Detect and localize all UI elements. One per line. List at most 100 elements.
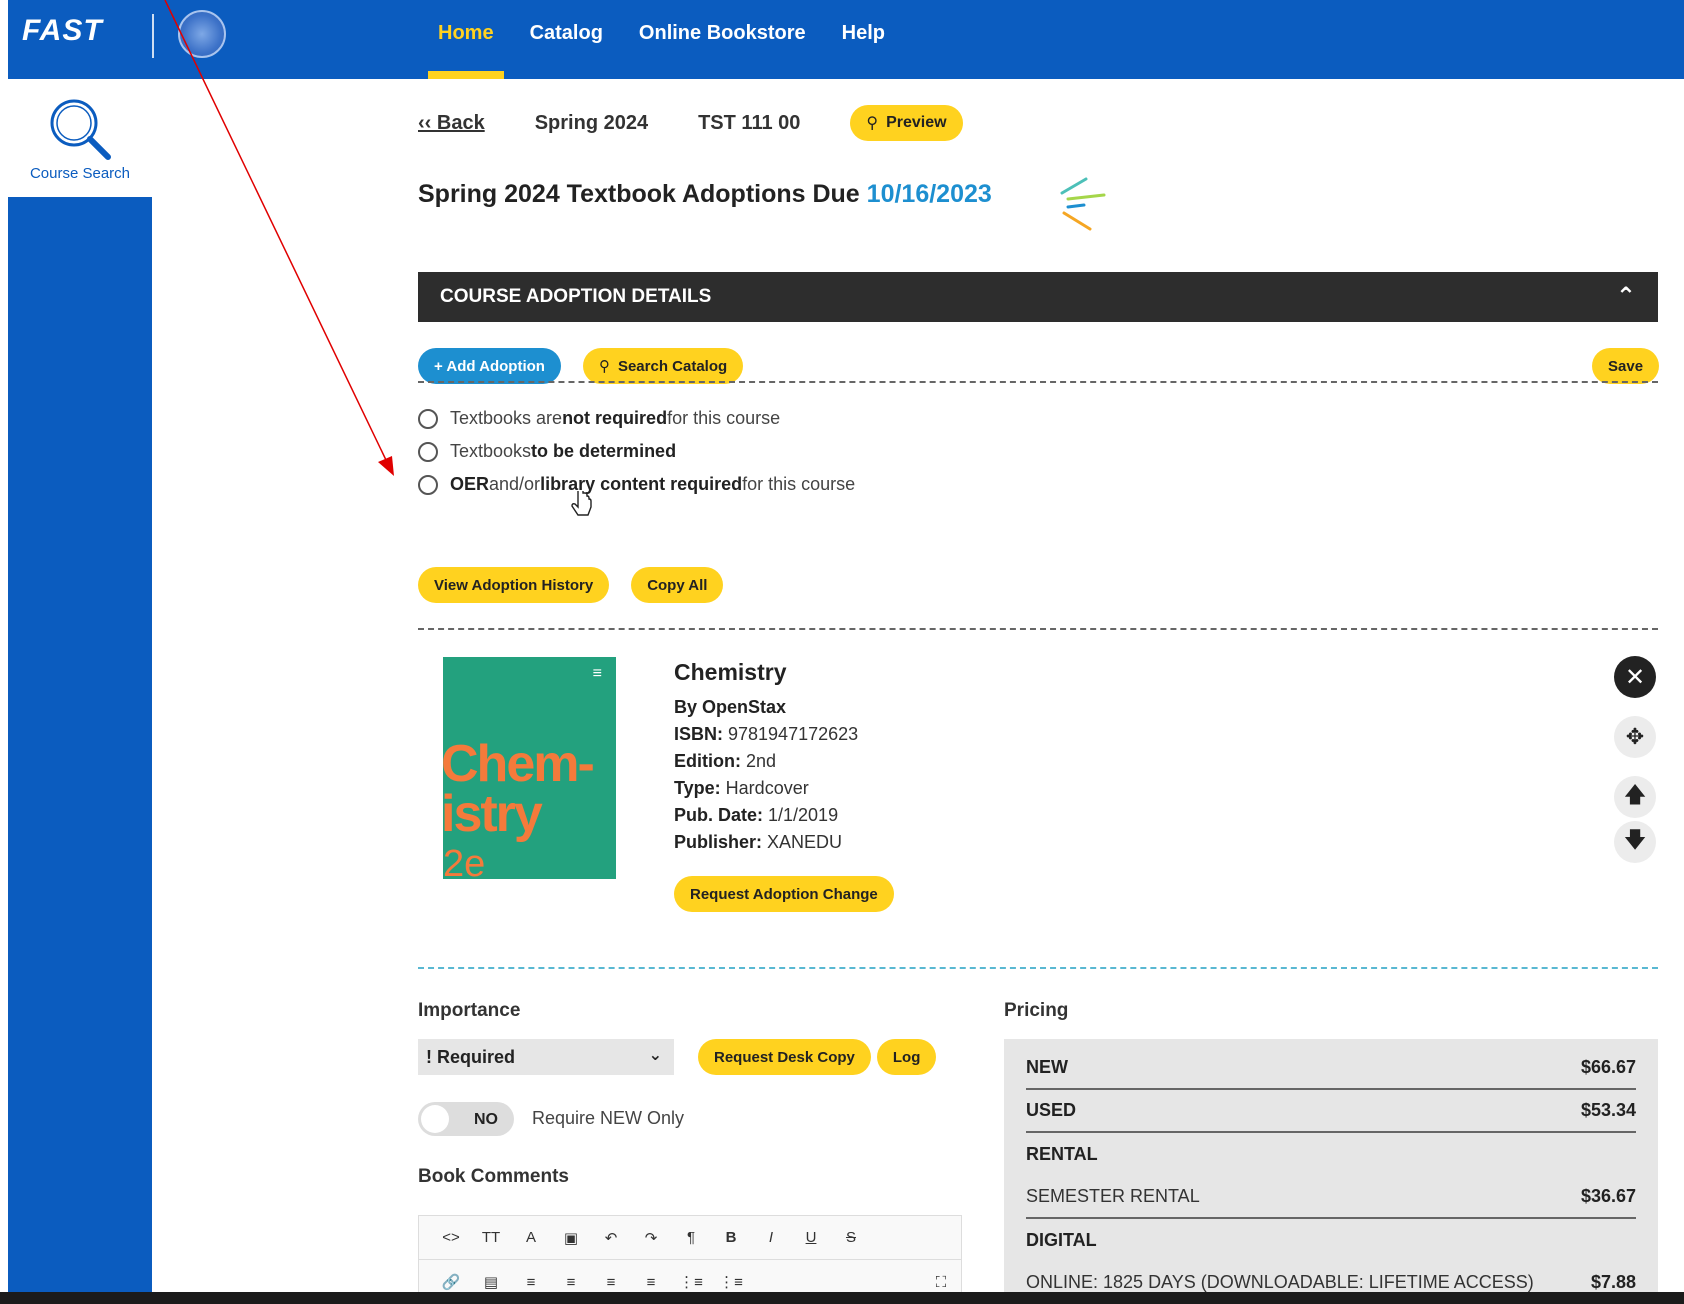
- cover-edition: 2e: [443, 843, 486, 879]
- comments-editor-toolbar: <> TT A ▣ ↶ ↷ ¶ B I U S 🔗 ▤ ≡ ≡ ≡ ≡ ⋮≡ ⋮…: [418, 1215, 962, 1304]
- close-icon[interactable]: ✕: [1614, 656, 1656, 698]
- search-catalog-button[interactable]: ⚲ Search Catalog: [582, 348, 744, 384]
- sidebar-item-course-search[interactable]: Course Search: [8, 79, 152, 197]
- align-right-icon[interactable]: ≡: [591, 1274, 631, 1291]
- nav-online-bookstore[interactable]: Online Bookstore: [621, 0, 824, 79]
- university-seal-icon: [178, 10, 226, 58]
- preview-button[interactable]: ⚲ Preview: [850, 105, 963, 141]
- copy-all-button[interactable]: Copy All: [631, 567, 724, 603]
- price-value: $7.88: [1590, 1272, 1636, 1292]
- divider: [418, 628, 1658, 630]
- fast-logo[interactable]: FAST: [22, 14, 103, 48]
- require-new-toggle[interactable]: NO: [418, 1102, 514, 1136]
- arrow-up-icon[interactable]: 🡅: [1614, 776, 1656, 818]
- breadcrumb: ‹‹ Back Spring 2024 TST 111 00 ⚲ Preview: [418, 103, 963, 143]
- link-icon[interactable]: 🔗: [431, 1273, 471, 1291]
- option-not-required[interactable]: Textbooks are not required for this cour…: [418, 408, 780, 429]
- history-actions: View Adoption History Copy All: [418, 567, 724, 603]
- add-adoption-button[interactable]: + Add Adoption: [418, 348, 561, 384]
- book-comments-label: Book Comments: [418, 1166, 569, 1187]
- option-text-bold: not required: [562, 408, 668, 428]
- search-icon: [50, 99, 111, 160]
- pubdate-label: Pub. Date:: [674, 805, 764, 825]
- code-view-icon[interactable]: <>: [431, 1229, 471, 1246]
- bold-icon[interactable]: B: [711, 1229, 751, 1246]
- importance-actions: Request Desk Copy Log: [698, 1039, 937, 1075]
- option-text-bold: OER: [450, 474, 490, 494]
- publisher-logo-icon: ≡: [592, 665, 602, 682]
- price-row-rental-header: RENTAL: [1026, 1133, 1636, 1176]
- background-color-icon[interactable]: ▣: [551, 1229, 591, 1247]
- price-label: ONLINE: 1825 DAYS (DOWNLOADABLE: LIFETIM…: [1026, 1272, 1534, 1292]
- view-adoption-history-button[interactable]: View Adoption History: [418, 567, 610, 603]
- edition-label: Edition:: [674, 751, 741, 771]
- option-to-be-determined[interactable]: Textbooks to be determined: [418, 441, 676, 462]
- chevron-up-icon[interactable]: ⌃: [1616, 282, 1636, 311]
- bottom-edge-bar: [0, 1292, 1684, 1304]
- cover-title: Chem- istry: [443, 735, 595, 843]
- italic-icon[interactable]: I: [751, 1229, 791, 1246]
- back-link[interactable]: ‹‹ Back: [418, 112, 485, 135]
- font-size-icon[interactable]: TT: [471, 1229, 511, 1246]
- page-title: Spring 2024 Textbook Adoptions Due 10/16…: [418, 180, 992, 209]
- book-title: Chemistry: [674, 659, 787, 685]
- nav-catalog[interactable]: Catalog: [512, 0, 621, 79]
- importance-value: ! Required: [426, 1047, 516, 1067]
- radio-to-be-determined[interactable]: [418, 441, 438, 462]
- radio-not-required[interactable]: [418, 408, 438, 429]
- underline-icon[interactable]: U: [791, 1229, 831, 1246]
- move-icon[interactable]: ✥: [1614, 716, 1656, 758]
- price-row-semester-rental: SEMESTER RENTAL $36.67: [1026, 1176, 1636, 1219]
- price-value: $66.67: [1580, 1057, 1636, 1077]
- save-button[interactable]: Save: [1592, 348, 1660, 384]
- price-value: $36.67: [1580, 1186, 1636, 1206]
- arrow-down-icon[interactable]: 🡇: [1614, 821, 1656, 863]
- book-edition: Edition: 2nd: [674, 748, 858, 775]
- pubdate-value: 1/1/2019: [763, 805, 839, 825]
- toolbar-row: <> TT A ▣ ↶ ↷ ¶ B I U S: [419, 1216, 961, 1260]
- radio-oer-library[interactable]: [418, 474, 438, 495]
- request-desk-copy-button[interactable]: Request Desk Copy: [698, 1039, 871, 1075]
- font-color-icon[interactable]: A: [511, 1229, 551, 1246]
- price-label: SEMESTER RENTAL: [1026, 1186, 1200, 1206]
- term-label: Spring 2024: [534, 111, 649, 134]
- log-button[interactable]: Log: [876, 1039, 937, 1075]
- undo-icon[interactable]: ↶: [591, 1229, 631, 1247]
- image-icon[interactable]: ▤: [471, 1273, 511, 1291]
- course-code: TST 111 00: [698, 111, 801, 134]
- type-value: Hardcover: [720, 778, 809, 798]
- book-details: Chemistry By OpenStax ISBN: 978194717262…: [674, 659, 858, 856]
- bulleted-list-icon[interactable]: ⋮≡: [671, 1273, 711, 1291]
- align-center-icon[interactable]: ≡: [551, 1274, 591, 1291]
- main-nav: Home Catalog Online Bookstore Help: [420, 0, 903, 79]
- price-label: RENTAL: [1026, 1144, 1098, 1164]
- course-adoption-details-header[interactable]: COURSE ADOPTION DETAILS ⌃: [418, 272, 1658, 322]
- hand-cursor-icon: [571, 491, 592, 516]
- price-label: USED: [1026, 1100, 1077, 1120]
- redo-icon[interactable]: ↷: [631, 1229, 671, 1247]
- adoption-actions: + Add Adoption ⚲ Search Catalog: [418, 348, 744, 384]
- publisher-label: Publisher:: [674, 832, 763, 852]
- search-catalog-label: Search Catalog: [617, 357, 728, 375]
- type-label: Type:: [674, 778, 721, 798]
- book-pubdate: Pub. Date: 1/1/2019: [674, 802, 858, 829]
- nav-help[interactable]: Help: [824, 0, 903, 79]
- option-oer-library[interactable]: OER and/or library content required for …: [418, 474, 855, 495]
- strikethrough-icon[interactable]: S: [831, 1229, 871, 1246]
- paragraph-icon[interactable]: ¶: [671, 1229, 711, 1246]
- importance-label: Importance: [418, 1000, 521, 1021]
- publisher-value: XANEDU: [762, 832, 843, 852]
- justify-icon[interactable]: ≡: [631, 1274, 671, 1291]
- price-row-digital-header: DIGITAL: [1026, 1219, 1636, 1262]
- request-adoption-change-button[interactable]: Request Adoption Change: [674, 876, 894, 912]
- importance-select[interactable]: ! Required ⌄: [418, 1039, 674, 1075]
- numbered-list-icon[interactable]: ⋮≡: [711, 1273, 751, 1291]
- nav-home[interactable]: Home: [420, 0, 512, 79]
- pricing-label: Pricing: [1004, 1000, 1069, 1021]
- sidebar: Course Search: [8, 79, 152, 1304]
- section-title: COURSE ADOPTION DETAILS: [440, 286, 712, 307]
- author-value: By OpenStax: [674, 697, 787, 717]
- align-left-icon[interactable]: ≡: [511, 1274, 551, 1291]
- fullscreen-icon[interactable]: ⛶: [921, 1274, 961, 1291]
- price-value: $53.34: [1580, 1100, 1636, 1120]
